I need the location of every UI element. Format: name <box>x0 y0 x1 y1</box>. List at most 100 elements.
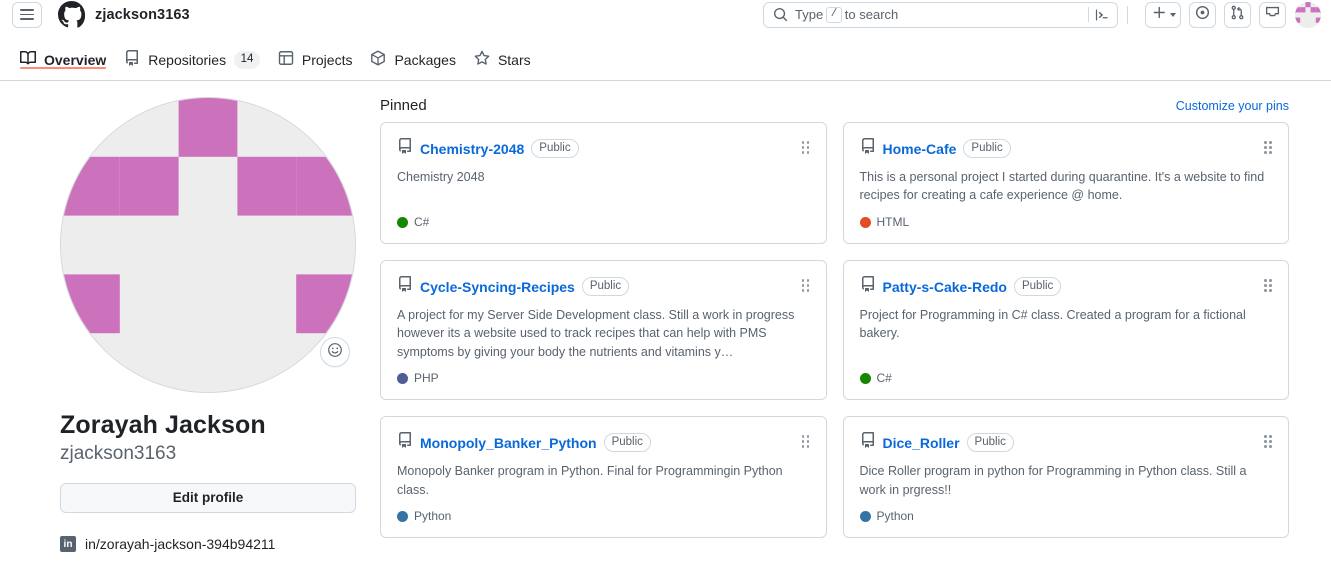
language-color-dot <box>397 510 408 522</box>
profile-full-name: Zorayah Jackson <box>60 411 266 439</box>
repo-name-link[interactable]: Chemistry-2048 <box>420 141 524 157</box>
repo-language: Python <box>859 509 1273 524</box>
tab-projects-label: Projects <box>301 52 353 68</box>
pinned-header: Pinned Customize your pins <box>380 97 1289 114</box>
global-nav-menu-button[interactable] <box>12 1 42 28</box>
linkedin-icon: in <box>60 535 76 552</box>
tab-stars[interactable]: Stars <box>466 29 541 80</box>
grabber-icon[interactable] <box>1264 279 1274 292</box>
tab-packages[interactable]: Packages <box>362 29 465 80</box>
inbox-icon <box>1265 5 1280 25</box>
smiley-icon <box>327 342 343 363</box>
tab-packages-label: Packages <box>394 52 456 68</box>
repo-name-link[interactable]: Cycle-Syncing-Recipes <box>420 279 575 295</box>
chevron-down-icon <box>1170 12 1176 17</box>
grabber-icon[interactable] <box>801 435 812 448</box>
language-label: Python <box>876 509 914 524</box>
visibility-badge: Public <box>581 276 630 297</box>
grabber-icon[interactable] <box>801 279 812 292</box>
language-color-dot <box>397 372 408 384</box>
linkedin-link[interactable]: in/zorayah-jackson-394b94211 <box>85 536 275 552</box>
book-icon <box>20 50 37 71</box>
tab-overview-label: Overview <box>44 52 107 68</box>
repo-name-link[interactable]: Monopoly_Banker_Python <box>420 435 597 451</box>
repo-icon <box>397 276 413 297</box>
star-icon <box>474 50 490 71</box>
pinned-repo-card: Home-Cafe Public This is a personal projec… <box>842 122 1289 244</box>
git-pull-request-icon <box>1230 5 1245 25</box>
tab-repositories[interactable]: Repositories 14 <box>116 29 270 80</box>
repo-description: A project for my Server Side Development… <box>397 308 795 359</box>
repo-description: Project for Programming in C# class. Cre… <box>859 308 1246 341</box>
pinned-repo-card: Cycle-Syncing-Recipes Public A project for… <box>380 260 827 401</box>
pinned-repo-header: Patty-s-Cake-Redo Public <box>860 276 1273 297</box>
repo-icon <box>397 138 413 159</box>
visibility-badge: Public <box>531 138 579 159</box>
tab-stars-label: Stars <box>497 52 531 68</box>
avatar[interactable] <box>60 97 356 393</box>
repo-description: This is a personal project I started dur… <box>859 170 1265 203</box>
pinned-repo-header: Cycle-Syncing-Recipes Public <box>397 276 810 297</box>
command-palette-terminal-icon[interactable] <box>1094 7 1112 23</box>
repo-name-link[interactable]: Home-Cafe <box>883 141 957 157</box>
pinned-repos-grid: Chemistry-2048 Public Chemistry 2048 C# Home… <box>380 122 1289 539</box>
edit-profile-button[interactable]: Edit profile <box>60 482 356 513</box>
repo-description: Chemistry 2048 <box>397 170 485 184</box>
grabber-icon[interactable] <box>801 141 812 154</box>
search-placeholder-before: Type <box>795 7 824 22</box>
repo-description: Monopoly Banker program in Python. Final… <box>397 464 783 497</box>
tab-projects[interactable]: Projects <box>270 29 363 80</box>
grabber-icon[interactable] <box>1264 435 1274 448</box>
pinned-repo-header: Dice_Roller Public <box>860 432 1273 453</box>
pinned-title: Pinned <box>380 97 427 114</box>
header-owner-name[interactable]: zjackson3163 <box>95 7 190 23</box>
issue-opened-icon <box>1195 5 1210 25</box>
language-label: HTML <box>876 215 910 229</box>
notifications-button[interactable] <box>1259 1 1286 28</box>
pinned-repo-card: Dice_Roller Public Dice Roller program in … <box>842 416 1289 539</box>
grabber-icon[interactable] <box>1264 141 1274 154</box>
avatar-identicon <box>61 98 355 392</box>
repo-name-link[interactable]: Dice_Roller <box>883 435 960 451</box>
header-separator <box>1127 5 1128 24</box>
hamburger-icon <box>20 9 34 20</box>
repo-icon <box>397 432 413 453</box>
pull-requests-button[interactable] <box>1224 1 1251 28</box>
issues-button[interactable] <box>1189 1 1216 28</box>
pinned-repo-card: Patty-s-Cake-Redo Public Project for Progr… <box>842 260 1289 401</box>
repo-name-link[interactable]: Patty-s-Cake-Redo <box>883 279 1007 295</box>
profile-main-content: Pinned Customize your pins Chemistry-204… <box>380 81 1331 552</box>
github-mark-icon[interactable] <box>58 1 85 28</box>
avatar-identicon-small <box>1295 1 1321 28</box>
language-color-dot <box>859 372 871 384</box>
language-label: C# <box>414 215 430 229</box>
search-divider <box>1088 7 1089 22</box>
repo-description: Dice Roller program in python for Progra… <box>859 464 1247 497</box>
language-color-dot <box>859 510 871 522</box>
repo-language: Python <box>397 509 810 523</box>
global-header: zjackson3163 Type / to search <box>0 0 1331 29</box>
repo-language: C# <box>859 371 1273 386</box>
table-icon <box>278 50 294 71</box>
search-placeholder-after: to search <box>844 7 899 22</box>
repo-language: PHP <box>397 371 810 385</box>
search-slash-key: / <box>826 6 842 23</box>
tab-overview[interactable]: Overview <box>12 29 116 80</box>
pinned-repo-header: Home-Cafe Public <box>860 138 1273 159</box>
visibility-badge: Public <box>966 432 1014 453</box>
plus-icon <box>1152 5 1167 25</box>
repo-icon <box>860 138 876 159</box>
customize-pins-link[interactable]: Customize your pins <box>1176 99 1289 113</box>
header-actions: Type / to search <box>763 0 1321 29</box>
language-label: PHP <box>414 371 439 386</box>
profile-page-body: Zorayah Jackson zjackson3163 Edit profil… <box>0 81 1331 552</box>
create-new-button[interactable] <box>1145 1 1181 28</box>
tab-repositories-label: Repositories <box>148 52 227 68</box>
language-label: C# <box>876 371 892 386</box>
repo-icon <box>124 49 140 71</box>
repo-language: C# <box>397 215 810 229</box>
user-avatar-button[interactable] <box>1295 1 1321 28</box>
search-icon <box>773 7 788 22</box>
search-input[interactable]: Type / to search <box>763 1 1118 28</box>
set-status-button[interactable] <box>320 337 350 367</box>
